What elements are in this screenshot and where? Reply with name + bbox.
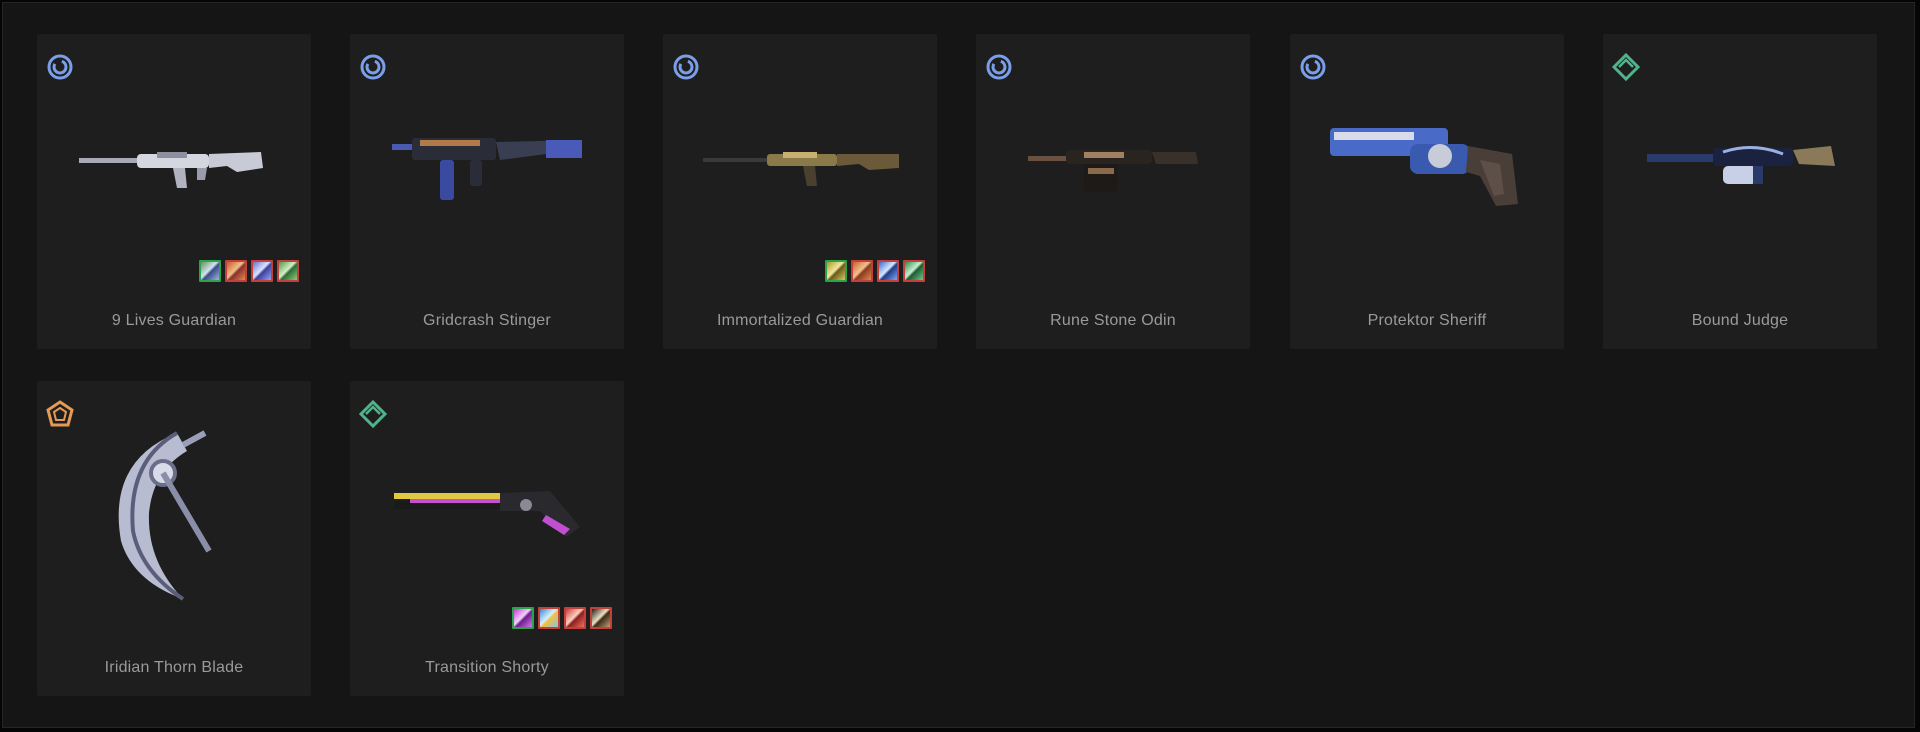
- skin-name: Rune Stone Odin: [1050, 312, 1176, 329]
- chroma-swatch[interactable]: [564, 607, 586, 629]
- skin-card[interactable]: Protektor Sheriff: [1290, 34, 1564, 349]
- shotgun-icon: [394, 491, 580, 537]
- rifle-icon: [79, 152, 263, 188]
- select-tier-icon: [47, 54, 73, 80]
- select-tier-icon: [986, 54, 1012, 80]
- chroma-swatch[interactable]: [277, 260, 299, 282]
- skin-card[interactable]: Immortalized Guardian: [663, 34, 937, 349]
- deluxe-tier-icon: [1611, 52, 1641, 82]
- chroma-swatch[interactable]: [538, 607, 560, 629]
- skin-card[interactable]: Iridian Thorn Blade: [37, 381, 311, 696]
- deluxe-tier-icon: [358, 399, 388, 429]
- chroma-swatch[interactable]: [851, 260, 873, 282]
- rifle-icon: [703, 152, 899, 186]
- chroma-swatch[interactable]: [825, 260, 847, 282]
- chroma-swatch[interactable]: [199, 260, 221, 282]
- chroma-swatch[interactable]: [512, 607, 534, 629]
- shotgun-icon: [1647, 146, 1835, 184]
- skin-grid: 9 Lives Guardian Gridcrash Stinger Immor…: [2, 2, 1915, 728]
- skin-name: Immortalized Guardian: [716, 312, 884, 329]
- chroma-swatch[interactable]: [225, 260, 247, 282]
- skin-name: Bound Judge: [1691, 312, 1789, 329]
- smg-icon: [392, 138, 582, 200]
- skin-name: Protektor Sheriff: [1367, 312, 1487, 329]
- skin-card[interactable]: Bound Judge: [1603, 34, 1877, 349]
- skin-card[interactable]: Transition Shorty: [350, 381, 624, 696]
- skin-card[interactable]: 9 Lives Guardian: [37, 34, 311, 349]
- chroma-list: [825, 260, 925, 282]
- chroma-swatch[interactable]: [877, 260, 899, 282]
- chroma-swatch[interactable]: [251, 260, 273, 282]
- machine-gun-icon: [1028, 150, 1198, 192]
- skin-name: 9 Lives Guardian: [111, 312, 237, 329]
- skin-name: Transition Shorty: [425, 659, 549, 676]
- skin-card[interactable]: Rune Stone Odin: [976, 34, 1250, 349]
- skin-card[interactable]: Gridcrash Stinger: [350, 34, 624, 349]
- chroma-swatch[interactable]: [903, 260, 925, 282]
- skin-name: Iridian Thorn Blade: [104, 659, 244, 676]
- skin-name: Gridcrash Stinger: [423, 312, 551, 329]
- chroma-list: [512, 607, 612, 629]
- select-tier-icon: [1300, 54, 1326, 80]
- chroma-list: [199, 260, 299, 282]
- revolver-icon: [1330, 128, 1518, 206]
- select-tier-icon: [360, 54, 386, 80]
- select-tier-icon: [673, 54, 699, 80]
- chroma-swatch[interactable]: [590, 607, 612, 629]
- knife-icon: [118, 430, 212, 601]
